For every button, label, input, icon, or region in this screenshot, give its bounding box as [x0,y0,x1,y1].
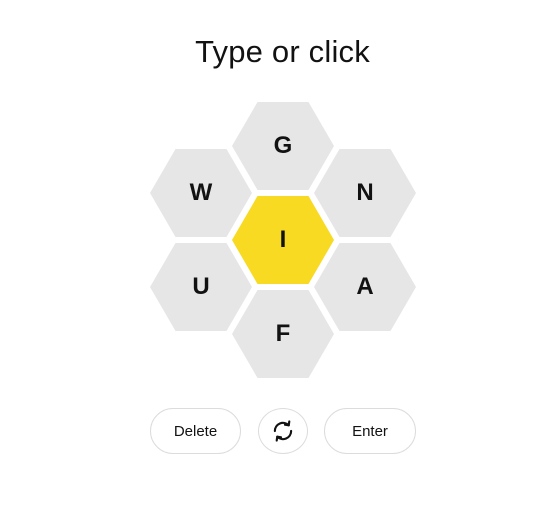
hive-letter-upper-left: W [189,179,213,206]
hive-cell-upper-right[interactable]: N [314,149,416,237]
hive-cell-lower-left[interactable]: U [150,243,252,331]
input-prompt: Type or click [195,34,370,69]
hive-letter-lower-right: A [356,273,374,300]
hive-letter-upper-right: N [356,179,374,206]
enter-button[interactable]: Enter [324,408,416,454]
hive-controls: Delete Enter [0,408,559,456]
delete-button[interactable]: Delete [150,408,241,454]
shuffle-button[interactable] [258,408,308,454]
hive-cell-lower-right[interactable]: A [314,243,416,331]
hive-cell-upper-left[interactable]: W [150,149,252,237]
hive-cell-top[interactable]: G [232,102,334,190]
hive-letter-center: I [279,226,287,253]
hive-letter-lower-left: U [192,273,210,300]
hive-letter-bottom: F [275,320,291,347]
shuffle-icon [273,420,293,442]
letter-hive: G W N I U A F [150,100,416,380]
hive-letter-top: G [273,132,293,159]
hive-cell-center[interactable]: I [232,196,334,284]
hive-cell-bottom[interactable]: F [232,290,334,378]
